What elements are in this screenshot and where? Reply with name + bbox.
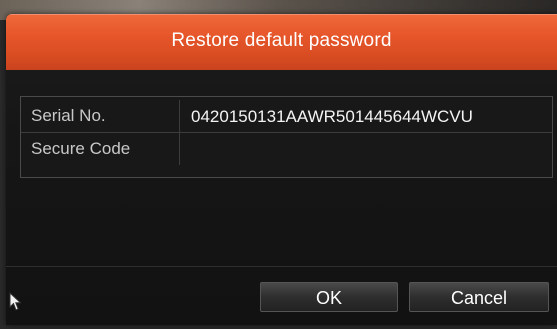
serial-number-row: Serial No. 0420150131AAWR501445644WCVU: [21, 100, 552, 133]
serial-number-label-cell: Serial No.: [21, 100, 180, 132]
serial-info-form: Serial No. 0420150131AAWR501445644WCVU S…: [20, 96, 553, 178]
cancel-button[interactable]: Cancel: [409, 282, 549, 312]
serial-number-label: Serial No.: [31, 106, 106, 125]
button-area-divider: [6, 266, 557, 267]
secure-code-label: Secure Code: [31, 139, 131, 158]
secure-code-label-cell: Secure Code: [21, 133, 180, 165]
mouse-pointer-icon: [9, 292, 22, 311]
dialog-title-bar: Restore default password: [6, 14, 557, 70]
secure-code-row[interactable]: Secure Code: [21, 133, 552, 165]
ok-button[interactable]: OK: [260, 282, 398, 312]
dialog-title: Restore default password: [171, 30, 392, 51]
serial-number-value: 0420150131AAWR501445644WCVU: [191, 107, 473, 126]
restore-password-dialog: Restore default password Serial No. 0420…: [6, 14, 557, 325]
